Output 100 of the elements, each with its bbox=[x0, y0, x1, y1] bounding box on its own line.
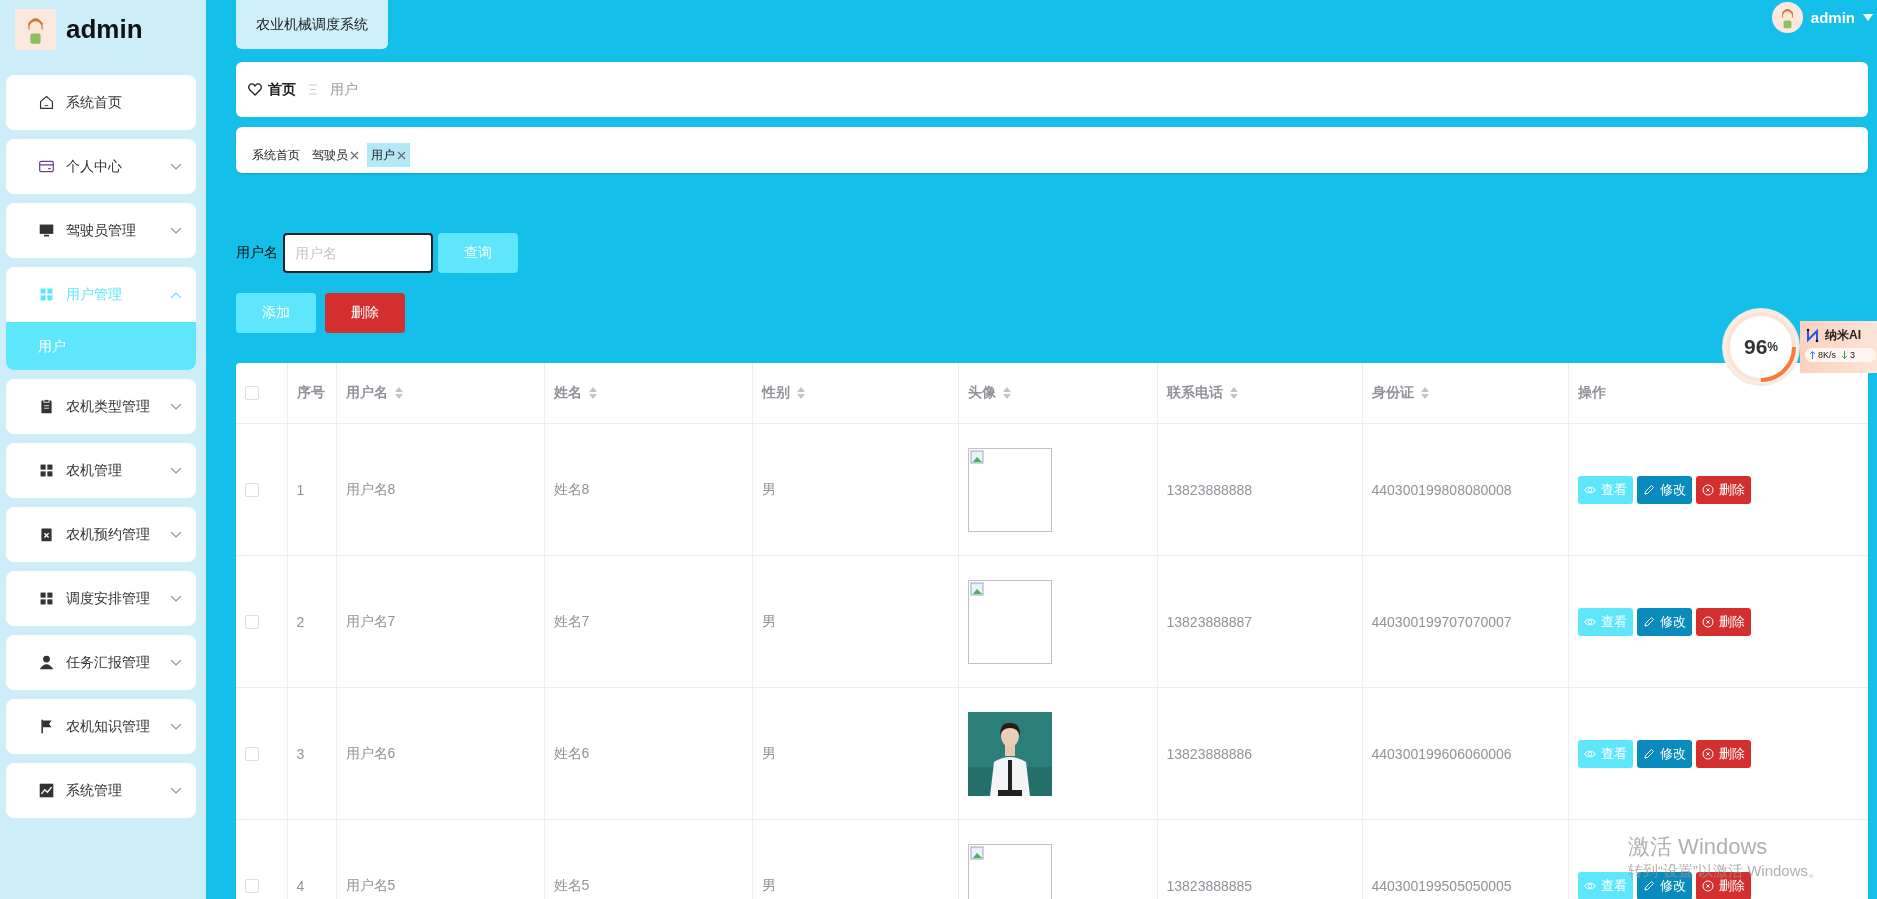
delete-button[interactable]: 删除 bbox=[1695, 739, 1751, 768]
sort-icon[interactable] bbox=[588, 387, 597, 399]
sort-icon[interactable] bbox=[1420, 387, 1429, 399]
assistant-name: 纳米AI bbox=[1825, 327, 1861, 344]
column-header: 操作 bbox=[1577, 384, 1606, 402]
table-cell: 用户名6 bbox=[345, 744, 396, 761]
close-icon bbox=[1701, 483, 1714, 496]
sidebar-item[interactable]: 系统管理 bbox=[6, 763, 196, 818]
eye-icon bbox=[1583, 615, 1596, 628]
card-icon bbox=[38, 158, 55, 175]
edit-button[interactable]: 修改 bbox=[1636, 739, 1692, 768]
table-cell: 13823888887 bbox=[1166, 613, 1253, 630]
eye-icon bbox=[1583, 483, 1596, 496]
checkbox[interactable] bbox=[245, 878, 259, 893]
checkbox[interactable] bbox=[245, 746, 259, 761]
table-cell: 13823888885 bbox=[1166, 877, 1253, 894]
field-label: 用户名 bbox=[236, 244, 278, 262]
table-cell: 13823888886 bbox=[1166, 745, 1253, 762]
column-header[interactable]: 姓名 bbox=[553, 384, 597, 402]
checkbox[interactable] bbox=[245, 614, 259, 629]
eye-icon bbox=[1583, 747, 1596, 760]
table-cell: 1 bbox=[296, 481, 305, 498]
pencil-icon bbox=[1642, 615, 1655, 628]
caret-icon[interactable] bbox=[1863, 13, 1873, 21]
column-header[interactable]: 头像 bbox=[967, 384, 1011, 402]
delete-button[interactable]: 删除 bbox=[1695, 607, 1751, 636]
tab[interactable]: 驾驶员 bbox=[308, 143, 363, 167]
sidebar-item[interactable]: 个人中心 bbox=[6, 139, 196, 194]
column-header[interactable]: 身份证 bbox=[1371, 384, 1429, 402]
user-name: admin bbox=[66, 13, 143, 45]
sort-icon[interactable] bbox=[1002, 387, 1011, 399]
breadcrumb-link[interactable]: 首页 bbox=[268, 80, 296, 99]
close-icon bbox=[1701, 615, 1714, 628]
eye-icon bbox=[1583, 879, 1596, 892]
pencil-icon bbox=[1642, 879, 1655, 892]
delete-button[interactable]: 删除 bbox=[325, 293, 405, 333]
sort-icon[interactable] bbox=[394, 387, 403, 399]
sidebar-item[interactable]: 农机预约管理 bbox=[6, 507, 196, 562]
column-header: 序号 bbox=[296, 384, 325, 402]
table-cell: 姓名6 bbox=[553, 744, 590, 761]
sidebar-item[interactable]: 系统首页 bbox=[6, 75, 196, 130]
table-cell: 姓名7 bbox=[553, 612, 590, 629]
usage-meter[interactable]: 96% bbox=[1722, 308, 1800, 386]
table-cell: 姓名5 bbox=[553, 876, 590, 893]
table-cell: 440300199707070007 bbox=[1371, 613, 1512, 630]
tab[interactable]: 系统首页 bbox=[248, 143, 304, 167]
person-icon bbox=[38, 654, 55, 671]
table-cell: 2 bbox=[296, 613, 305, 630]
close-icon[interactable] bbox=[350, 151, 359, 160]
activation-title: 激活 Windows bbox=[1628, 833, 1769, 861]
heart-icon bbox=[248, 83, 262, 96]
table-cell: 男 bbox=[761, 876, 776, 893]
avatar[interactable] bbox=[1771, 1, 1803, 33]
table-cell: 13823888888 bbox=[1166, 481, 1253, 498]
column-header[interactable]: 联系电话 bbox=[1166, 384, 1238, 402]
sort-icon[interactable] bbox=[1229, 387, 1238, 399]
search-field[interactable]: 用户名 bbox=[283, 233, 433, 273]
sidebar-item[interactable]: 调度安排管理 bbox=[6, 571, 196, 626]
broken-image-icon bbox=[969, 845, 986, 862]
close-icon bbox=[1701, 879, 1714, 892]
delete-button[interactable]: 删除 bbox=[1695, 475, 1751, 504]
column-header[interactable]: 用户名 bbox=[345, 384, 403, 402]
download-speed: 3 bbox=[1850, 350, 1856, 360]
assistant-panel[interactable]: 纳米AI 8K/s 3 bbox=[1800, 321, 1877, 373]
edit-button[interactable]: 修改 bbox=[1636, 475, 1692, 504]
close-icon bbox=[1701, 747, 1714, 760]
arrow-down-icon bbox=[1841, 351, 1848, 359]
sidebar-item[interactable]: 农机知识管理 bbox=[6, 699, 196, 754]
sort-icon[interactable] bbox=[796, 387, 805, 399]
pencil-icon bbox=[1642, 483, 1655, 496]
column-header[interactable]: 性别 bbox=[761, 384, 805, 402]
checkbox[interactable] bbox=[245, 386, 259, 400]
broken-image-icon bbox=[969, 449, 986, 466]
table-cell: 男 bbox=[761, 612, 776, 629]
chart-icon bbox=[38, 782, 55, 799]
pencil-icon bbox=[1642, 747, 1655, 760]
sidebar-item[interactable]: 农机管理 bbox=[6, 443, 196, 498]
upload-speed: 8K/s bbox=[1818, 350, 1836, 360]
table-cell: 440300199505050005 bbox=[1371, 877, 1512, 894]
edit-button[interactable]: 修改 bbox=[1636, 607, 1692, 636]
table-cell: 3 bbox=[296, 745, 305, 762]
tab[interactable]: 用户 bbox=[367, 143, 410, 167]
grid-icon bbox=[38, 462, 55, 479]
checkbox[interactable] bbox=[245, 482, 259, 497]
broken-image-icon bbox=[969, 581, 986, 598]
monitor-icon bbox=[38, 222, 55, 239]
close-icon[interactable] bbox=[397, 151, 406, 160]
table-cell: 440300199808080008 bbox=[1371, 481, 1512, 498]
table-cell: 用户名5 bbox=[345, 876, 396, 893]
sidebar-item[interactable]: 驾驶员管理 bbox=[6, 203, 196, 258]
avatar bbox=[15, 8, 56, 50]
clipboard-icon bbox=[38, 526, 55, 543]
breadcrumb-current: 用户 bbox=[330, 80, 358, 99]
sidebar-item[interactable]: 任务汇报管理 bbox=[6, 635, 196, 690]
grid-icon bbox=[38, 590, 55, 607]
app-title: 农业机械调度系统 bbox=[236, 0, 388, 49]
sidebar-item[interactable]: 农机类型管理 bbox=[6, 379, 196, 434]
table-cell: 用户名7 bbox=[345, 612, 396, 629]
table-cell: 440300199606060006 bbox=[1371, 745, 1512, 762]
arrow-up-icon bbox=[1809, 351, 1816, 359]
